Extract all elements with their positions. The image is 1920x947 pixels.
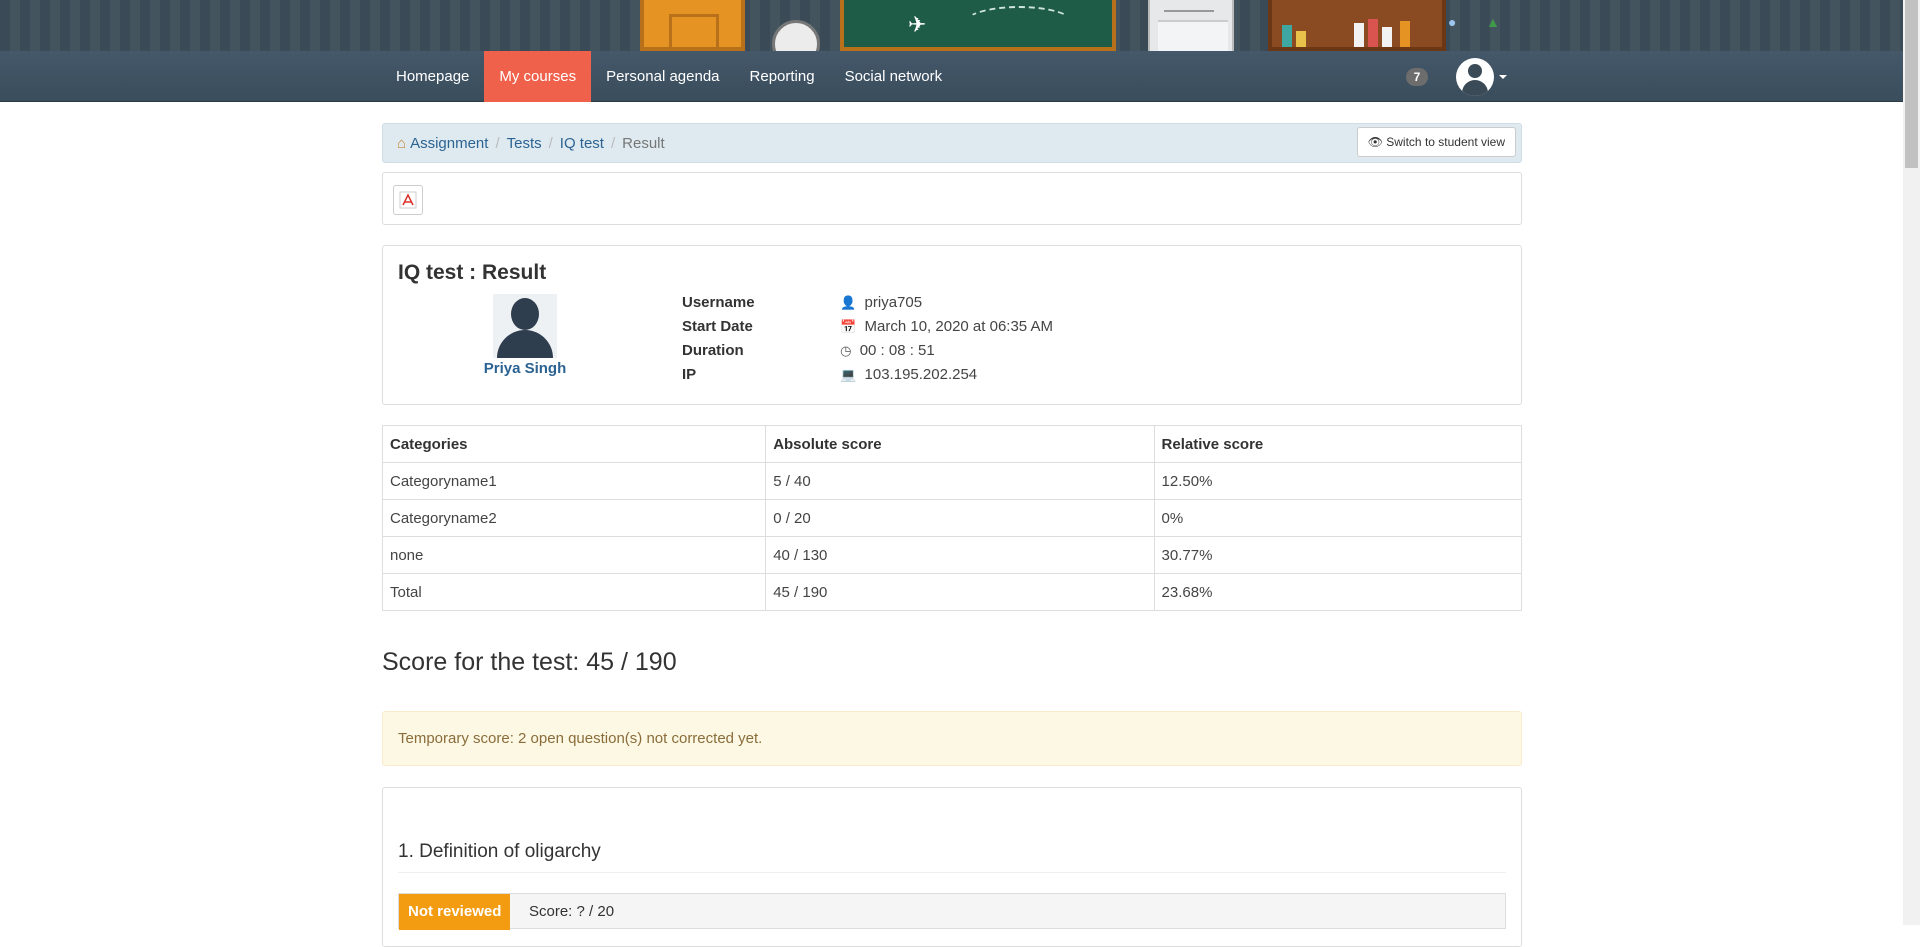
book-shape bbox=[1368, 19, 1378, 47]
table-cell: 40 / 130 bbox=[765, 536, 1155, 574]
question-score-bar: Not reviewed Score: ? / 20 bbox=[398, 893, 1506, 930]
user-small-icon: ● bbox=[1448, 14, 1457, 30]
main-navbar: Homepage My courses Personal agenda Repo… bbox=[0, 51, 1903, 102]
book-shape bbox=[1400, 21, 1410, 47]
book-shape bbox=[1354, 23, 1364, 47]
switch-view-label: Switch to student view bbox=[1386, 135, 1505, 149]
question-title: 1. Definition of oligarchy bbox=[398, 841, 601, 862]
column-header: Absolute score bbox=[765, 425, 1155, 463]
nav-my-courses[interactable]: My courses bbox=[484, 51, 592, 102]
table-cell: 12.50% bbox=[1153, 462, 1523, 500]
column-header: Relative score bbox=[1153, 425, 1523, 463]
info-value: 00 : 08 : 51 bbox=[859, 342, 935, 359]
table-cell: none bbox=[381, 536, 767, 574]
actions-toolbar bbox=[382, 172, 1522, 225]
info-row-ip: IP 💻 103.195.202.254 bbox=[682, 366, 977, 383]
banner-door-illustration bbox=[640, 0, 745, 51]
breadcrumb-tests[interactable]: Tests bbox=[507, 135, 542, 152]
info-value: March 10, 2020 at 06:35 AM bbox=[864, 318, 1053, 335]
table-cell: Categoryname1 bbox=[381, 462, 767, 500]
breadcrumb-separator: / bbox=[548, 134, 553, 152]
info-row-duration: Duration ◷ 00 : 08 : 51 bbox=[682, 342, 935, 359]
book-shape bbox=[1382, 27, 1392, 47]
question-panel: 1. Definition of oligarchy Not reviewed … bbox=[382, 787, 1522, 947]
avatar-body-shape bbox=[1462, 80, 1488, 96]
chevron-down-icon[interactable] bbox=[1499, 75, 1507, 79]
result-title: IQ test : Result bbox=[398, 261, 547, 284]
breadcrumb-iq-test[interactable]: IQ test bbox=[560, 135, 604, 152]
plant-icon: ▲ bbox=[1486, 14, 1500, 30]
nav-reporting[interactable]: Reporting bbox=[735, 51, 830, 102]
banner-dashed-line bbox=[964, 6, 1074, 40]
user-icon: 👤 bbox=[840, 295, 857, 310]
scrollbar-thumb[interactable] bbox=[1905, 0, 1918, 168]
info-label: IP bbox=[682, 366, 697, 383]
breadcrumb-separator: / bbox=[495, 134, 500, 152]
table-row: Total 45 / 190 23.68% bbox=[381, 573, 1523, 611]
nav-menu: Homepage My courses Personal agenda Repo… bbox=[381, 51, 957, 102]
test-score-heading: Score for the test: 45 / 190 bbox=[382, 648, 677, 676]
info-row-username: Username 👤 priya705 bbox=[682, 294, 922, 311]
breadcrumb-result: Result bbox=[622, 134, 665, 152]
info-value: priya705 bbox=[864, 294, 923, 311]
table-cell: 0% bbox=[1153, 499, 1523, 537]
laptop-icon: 💻 bbox=[840, 367, 857, 382]
book-shape bbox=[1282, 25, 1292, 47]
page-scrollbar[interactable] bbox=[1903, 0, 1920, 925]
breadcrumb: ⌂ Assignment / Tests / IQ test / Result … bbox=[382, 123, 1522, 163]
breadcrumb-assignment[interactable]: Assignment bbox=[410, 135, 488, 152]
table-row: none 40 / 130 30.77% bbox=[381, 536, 1523, 574]
breadcrumb-separator: / bbox=[610, 134, 616, 152]
column-header: Categories bbox=[381, 425, 767, 463]
banner-chalkboard-illustration: ✈ bbox=[840, 0, 1116, 51]
header-banner: ✈ ● ▲ bbox=[0, 0, 1903, 51]
info-row-start-date: Start Date 📅 March 10, 2020 at 06:35 AM bbox=[682, 318, 1053, 335]
book-shape bbox=[1296, 31, 1306, 47]
table-cell: 30.77% bbox=[1153, 536, 1523, 574]
pdf-icon bbox=[399, 191, 417, 209]
table-cell: 0 / 20 bbox=[765, 499, 1155, 537]
table-cell: Total bbox=[381, 573, 767, 611]
divider bbox=[398, 872, 1506, 873]
banner-shelf-illustration bbox=[1148, 0, 1234, 51]
table-cell: 5 / 40 bbox=[765, 462, 1155, 500]
nav-homepage[interactable]: Homepage bbox=[381, 51, 484, 102]
info-value: 103.195.202.254 bbox=[864, 366, 978, 383]
user-menu-avatar[interactable] bbox=[1456, 58, 1494, 96]
category-scores-table: Categories Absolute score Relative score… bbox=[381, 425, 1523, 611]
info-label: Start Date bbox=[682, 318, 753, 335]
table-cell: Categoryname2 bbox=[381, 499, 767, 537]
info-label: Username bbox=[682, 294, 755, 311]
banner-bookshelf-illustration bbox=[1268, 0, 1446, 51]
notification-badge[interactable]: 7 bbox=[1406, 68, 1428, 86]
nav-social-network[interactable]: Social network bbox=[830, 51, 958, 102]
table-row: Categoryname1 5 / 40 12.50% bbox=[381, 462, 1523, 500]
home-icon[interactable]: ⌂ bbox=[397, 135, 406, 152]
result-panel: IQ test : Result Priya Singh Username 👤 … bbox=[382, 245, 1522, 405]
nav-personal-agenda[interactable]: Personal agenda bbox=[591, 51, 734, 102]
info-label: Duration bbox=[682, 342, 744, 359]
export-pdf-button[interactable] bbox=[393, 185, 423, 215]
table-row: Categoryname2 0 / 20 0% bbox=[381, 499, 1523, 537]
switch-to-student-view-button[interactable]: 👁 Switch to student view bbox=[1356, 127, 1516, 157]
avatar-head-shape bbox=[511, 298, 539, 330]
paper-plane-icon: ✈ bbox=[908, 12, 927, 37]
eye-icon: 👁 bbox=[1367, 135, 1383, 149]
table-header-row: Categories Absolute score Relative score bbox=[381, 425, 1523, 463]
calendar-icon: 📅 bbox=[840, 319, 857, 334]
avatar-body-shape bbox=[497, 330, 553, 358]
user-avatar bbox=[493, 294, 557, 358]
avatar-head-shape bbox=[1468, 64, 1482, 78]
clock-icon: ◷ bbox=[840, 343, 852, 358]
user-name-link[interactable]: Priya Singh bbox=[443, 360, 607, 377]
banner-clock-illustration bbox=[772, 20, 820, 51]
table-cell: 45 / 190 bbox=[765, 573, 1155, 611]
table-cell: 23.68% bbox=[1153, 573, 1523, 611]
temporary-score-alert: Temporary score: 2 open question(s) not … bbox=[382, 711, 1522, 766]
